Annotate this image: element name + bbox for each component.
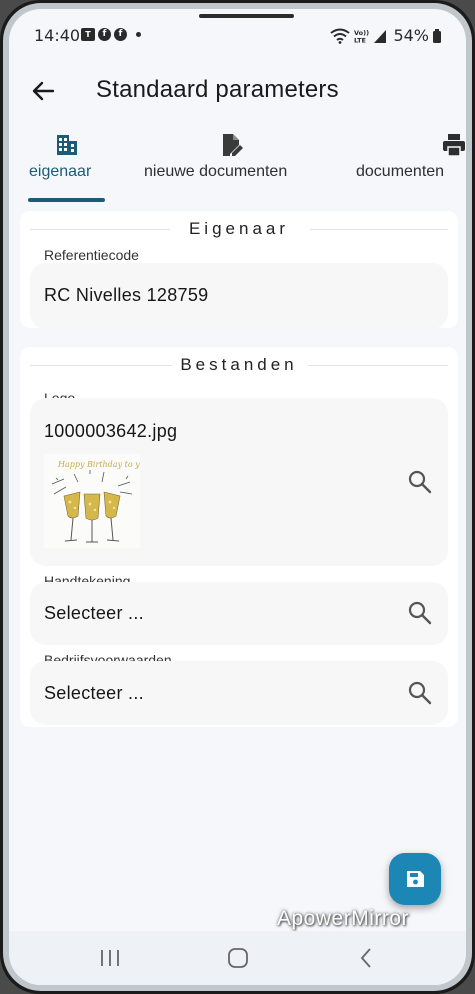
home-icon <box>228 948 248 968</box>
recent-apps-button[interactable] <box>95 945 125 971</box>
chevron-left-icon <box>360 948 371 968</box>
field-label-referentiecode: Referentiecode <box>44 247 139 263</box>
app-bar: Standaard parameters <box>9 63 466 123</box>
tab-nieuwe-documenten[interactable]: nieuwe documenten <box>143 123 323 203</box>
search-icon <box>408 601 432 625</box>
handtekening-field[interactable]: Selecteer ... <box>30 582 448 645</box>
tab-label-nieuwe-documenten: nieuwe documenten <box>144 163 288 180</box>
status-bar: 14:40 T f f Vo)) LTE 54% <box>9 9 466 63</box>
facebook-icon: f <box>98 28 111 41</box>
card-bestanden: Bestanden Logo 1000003642.jpg Happy Birt… <box>20 347 458 727</box>
bedrijfsvoorwaarden-search-button[interactable] <box>406 679 434 707</box>
printer-icon <box>443 134 465 157</box>
logo-filename: 1000003642.jpg <box>44 421 178 441</box>
referentiecode-value: RC Nivelles 128759 <box>44 285 209 305</box>
wifi-icon <box>330 28 351 44</box>
facebook-icon: f <box>114 28 127 41</box>
card-eigenaar: Eigenaar Referentiecode RC Nivelles 1287… <box>20 211 458 329</box>
notification-icons: T f f <box>81 28 141 41</box>
page-title: Standaard parameters <box>96 76 339 103</box>
battery-icon <box>433 28 441 43</box>
champagne-glasses-image: Happy Birthday to you <box>51 460 150 543</box>
search-icon <box>408 681 432 705</box>
back-button[interactable] <box>29 76 59 106</box>
svg-text:LTE: LTE <box>354 36 366 44</box>
bedrijfsvoorwaarden-value: Selecteer ... <box>44 683 144 703</box>
back-nav-button[interactable] <box>351 945 381 971</box>
logo-field[interactable]: 1000003642.jpg Happy Birthday to you <box>30 398 448 566</box>
system-nav-bar <box>9 931 466 985</box>
logo-search-button[interactable] <box>406 468 434 496</box>
section-title-bestanden: Bestanden <box>180 355 298 374</box>
referentiecode-field[interactable]: RC Nivelles 128759 <box>30 263 448 329</box>
status-time: 14:40 <box>34 26 81 45</box>
signal-icon <box>374 29 387 43</box>
watermark: ApowerMirror <box>277 907 410 930</box>
battery-percent: 54% <box>393 26 429 45</box>
tab-eigenaar[interactable]: eigenaar <box>28 123 108 203</box>
recent-apps-icon <box>101 950 119 966</box>
edit-document-icon <box>223 134 243 156</box>
logo-text: Happy Birthday to you <box>57 460 140 469</box>
volte-icon: Vo)) LTE <box>354 29 369 44</box>
home-button[interactable] <box>223 945 253 971</box>
tab-label-documenten: documenten <box>356 163 445 180</box>
screen: 14:40 T f f Vo)) LTE 54% Standaard param… <box>9 9 466 985</box>
save-icon <box>407 871 424 887</box>
system-icons: Vo)) LTE 54% <box>330 26 442 45</box>
handtekening-search-button[interactable] <box>406 599 434 627</box>
teams-icon: T <box>81 28 95 41</box>
arrow-left-icon <box>32 81 55 101</box>
save-button[interactable] <box>389 853 441 905</box>
building-icon <box>57 135 77 155</box>
search-icon <box>408 470 432 494</box>
dot-icon <box>136 32 141 37</box>
handtekening-value: Selecteer ... <box>44 603 144 623</box>
bedrijfsvoorwaarden-field[interactable]: Selecteer ... <box>30 661 448 725</box>
active-tab-indicator <box>28 198 105 202</box>
section-title-eigenaar: Eigenaar <box>188 219 290 238</box>
logo-thumbnail: Happy Birthday to you <box>44 454 150 548</box>
tab-label-eigenaar: eigenaar <box>29 163 92 180</box>
tab-documenten[interactable]: documenten <box>355 123 466 203</box>
tab-bar: eigenaar nieuwe documenten documenten <box>9 123 466 203</box>
